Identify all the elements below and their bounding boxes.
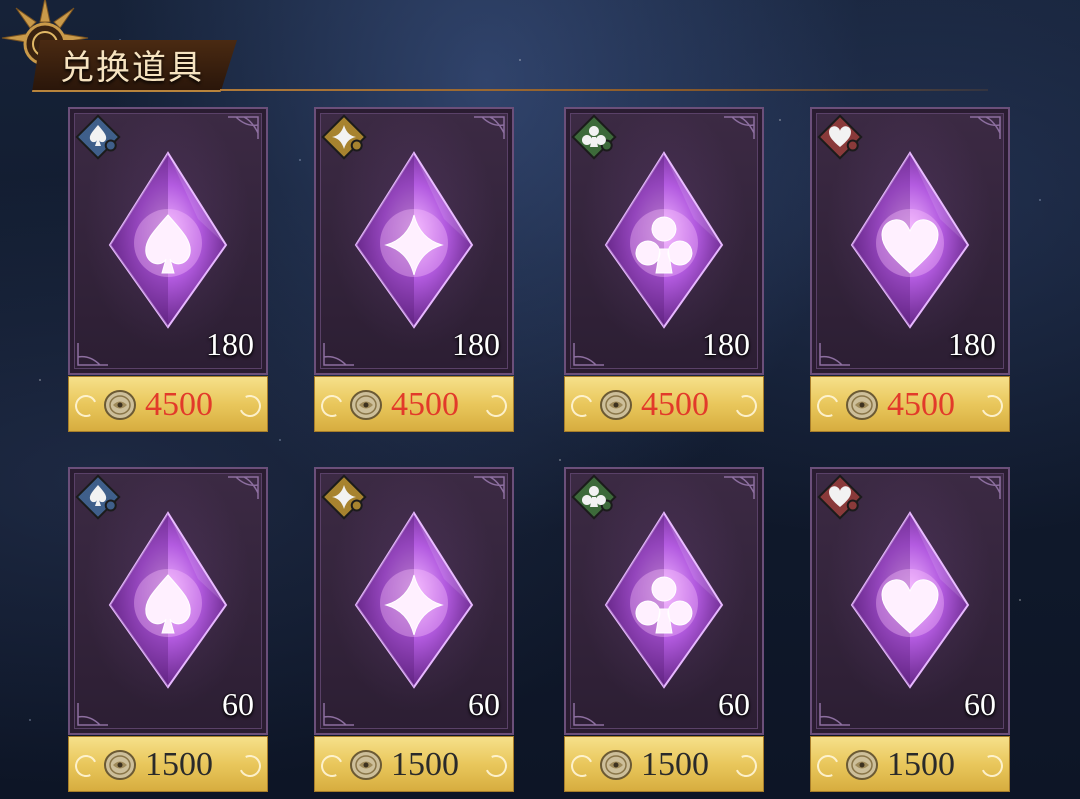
exchange-item-grid: 180 4500 180 4500 180 4500 180 4500 60 1… [0, 0, 1080, 799]
corner-ornament-icon [573, 703, 604, 726]
item-quantity: 60 [468, 686, 500, 722]
corner-ornament-icon [573, 343, 604, 366]
price-button[interactable]: 4500 [564, 376, 764, 432]
exchange-item-club-60[interactable]: 60 1500 [564, 467, 764, 792]
coin-icon [600, 750, 632, 780]
item-quantity: 60 [222, 686, 254, 722]
exchange-item-diamond-180[interactable]: 180 4500 [314, 107, 514, 432]
price-value: 4500 [641, 386, 709, 423]
price-value: 1500 [887, 746, 955, 783]
item-quantity: 180 [452, 326, 500, 362]
item-card[interactable]: 180 [68, 107, 268, 375]
corner-ornament-icon [323, 343, 354, 366]
item-card[interactable]: 60 [810, 467, 1010, 735]
corner-ornament-icon [970, 116, 1001, 139]
item-quantity: 180 [702, 326, 750, 362]
corner-ornament-icon [724, 116, 755, 139]
corner-ornament-icon [474, 116, 505, 139]
item-card[interactable]: 180 [810, 107, 1010, 375]
coin-icon [846, 750, 878, 780]
corner-ornament-icon [323, 703, 354, 726]
exchange-item-spade-60[interactable]: 60 1500 [68, 467, 268, 792]
item-card[interactable]: 180 [314, 107, 514, 375]
item-card[interactable]: 60 [564, 467, 764, 735]
exchange-item-heart-60[interactable]: 60 1500 [810, 467, 1010, 792]
price-button[interactable]: 1500 [314, 736, 514, 792]
corner-ornament-icon [474, 476, 505, 499]
corner-ornament-icon [228, 476, 259, 499]
price-value: 1500 [145, 746, 213, 783]
coin-icon [846, 390, 878, 420]
corner-ornament-icon [970, 476, 1001, 499]
spade-crystal-icon [108, 151, 228, 329]
club-crystal-icon [604, 151, 724, 329]
price-button[interactable]: 4500 [810, 376, 1010, 432]
corner-ornament-icon [228, 116, 259, 139]
item-card[interactable]: 60 [314, 467, 514, 735]
spade-crystal-icon [108, 511, 228, 689]
exchange-item-heart-180[interactable]: 180 4500 [810, 107, 1010, 432]
price-value: 4500 [887, 386, 955, 423]
diamond-crystal-icon [354, 151, 474, 329]
item-quantity: 180 [206, 326, 254, 362]
coin-icon [104, 750, 136, 780]
price-value: 1500 [641, 746, 709, 783]
coin-icon [600, 390, 632, 420]
coin-icon [350, 750, 382, 780]
price-value: 4500 [391, 386, 459, 423]
item-card[interactable]: 180 [564, 107, 764, 375]
price-button[interactable]: 4500 [314, 376, 514, 432]
item-quantity: 60 [964, 686, 996, 722]
diamond-crystal-icon [354, 511, 474, 689]
corner-ornament-icon [77, 703, 108, 726]
price-value: 1500 [391, 746, 459, 783]
item-quantity: 60 [718, 686, 750, 722]
price-button[interactable]: 1500 [564, 736, 764, 792]
club-crystal-icon [604, 511, 724, 689]
corner-ornament-icon [724, 476, 755, 499]
item-card[interactable]: 60 [68, 467, 268, 735]
price-button[interactable]: 1500 [68, 736, 268, 792]
item-quantity: 180 [948, 326, 996, 362]
coin-icon [350, 390, 382, 420]
exchange-item-diamond-60[interactable]: 60 1500 [314, 467, 514, 792]
price-button[interactable]: 4500 [68, 376, 268, 432]
exchange-item-spade-180[interactable]: 180 4500 [68, 107, 268, 432]
price-button[interactable]: 1500 [810, 736, 1010, 792]
heart-crystal-icon [850, 511, 970, 689]
coin-icon [104, 390, 136, 420]
heart-crystal-icon [850, 151, 970, 329]
corner-ornament-icon [77, 343, 108, 366]
price-value: 4500 [145, 386, 213, 423]
corner-ornament-icon [819, 343, 850, 366]
corner-ornament-icon [819, 703, 850, 726]
exchange-item-club-180[interactable]: 180 4500 [564, 107, 764, 432]
